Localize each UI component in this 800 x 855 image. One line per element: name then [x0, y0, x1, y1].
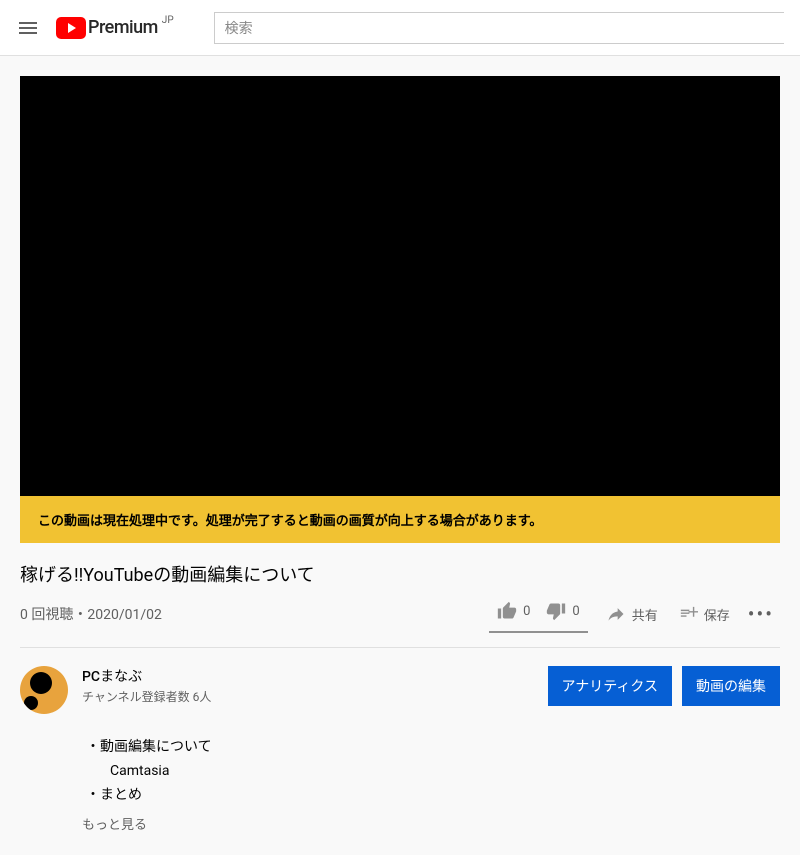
- playlist-add-icon: [678, 604, 698, 624]
- share-label: 共有: [632, 605, 658, 624]
- video-title: 稼げる!!YouTubeの動画編集について: [20, 561, 780, 587]
- more-actions-button[interactable]: •••: [742, 602, 780, 626]
- hamburger-menu-icon[interactable]: [16, 16, 40, 40]
- youtube-play-icon: [56, 17, 86, 39]
- dislike-count: 0: [572, 604, 579, 619]
- save-label: 保存: [704, 605, 730, 624]
- share-icon: [606, 604, 626, 624]
- processing-banner: この動画は現在処理中です。処理が完了すると動画の画質が向上する場合があります。: [20, 496, 780, 543]
- description-line: ・まとめ: [86, 784, 780, 808]
- youtube-logo[interactable]: Premium JP: [56, 17, 174, 39]
- premium-label: Premium: [88, 17, 158, 38]
- like-count: 0: [523, 604, 530, 619]
- action-bar: 0 0 共有 保存 •••: [489, 595, 780, 633]
- header: Premium JP: [0, 0, 800, 56]
- channel-avatar[interactable]: [20, 666, 68, 714]
- description-line: Camtasia: [110, 760, 780, 784]
- edit-video-button[interactable]: 動画の編集: [682, 666, 780, 706]
- video-description: ・動画編集について Camtasia ・まとめ もっと見る: [82, 732, 800, 855]
- description-line: ・動画編集について: [86, 736, 780, 760]
- views-date: 0 回視聴・2020/01/02: [20, 604, 162, 624]
- like-button[interactable]: 0: [489, 595, 538, 627]
- channel-name[interactable]: PCまなぶ: [82, 666, 548, 686]
- search-input[interactable]: [214, 12, 784, 44]
- save-button[interactable]: 保存: [670, 598, 738, 630]
- thumbs-up-icon: [497, 601, 517, 621]
- region-code: JP: [162, 15, 174, 26]
- dislike-button[interactable]: 0: [538, 595, 587, 627]
- thumbs-down-icon: [546, 601, 566, 621]
- video-player[interactable]: [20, 76, 780, 496]
- show-more-button[interactable]: もっと見る: [82, 815, 780, 837]
- share-button[interactable]: 共有: [598, 598, 666, 630]
- analytics-button[interactable]: アナリティクス: [548, 666, 672, 706]
- subscriber-count: チャンネル登録者数 6人: [82, 688, 548, 705]
